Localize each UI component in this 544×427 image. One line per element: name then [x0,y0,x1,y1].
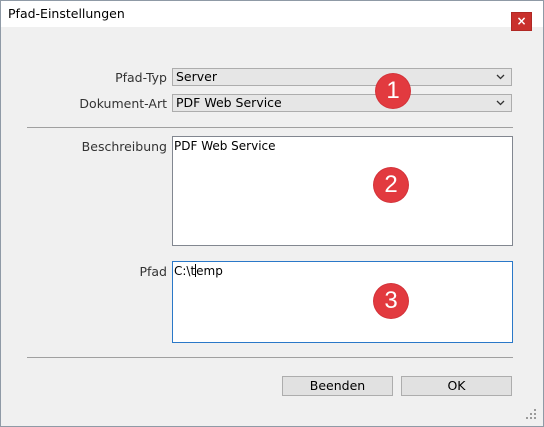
beenden-button[interactable]: Beenden [282,376,393,396]
annotation-badge-2: 2 [374,168,408,202]
annotation-badge-1: 1 [376,74,410,108]
pfad-typ-label: Pfad-Typ [115,70,167,85]
close-button[interactable]: × [511,12,532,31]
dokument-art-value: PDF Web Service [176,95,282,110]
chevron-down-icon [496,100,505,106]
pfad-label: Pfad [139,264,167,279]
dokument-art-select[interactable]: PDF Web Service [172,94,512,112]
divider [27,127,513,128]
pfad-value-end: emp [196,264,223,278]
pfad-value-start: C:\t [174,264,196,278]
divider [27,357,513,358]
dialog-title: Pfad-Einstellungen [8,6,125,21]
dokument-art-label: Dokument-Art [79,96,167,111]
beschreibung-label: Beschreibung [81,139,167,154]
beschreibung-textarea[interactable]: PDF Web Service [172,136,513,246]
pfad-typ-value: Server [176,69,217,84]
pfad-typ-select[interactable]: Server [172,68,512,86]
chevron-down-icon [496,74,505,80]
annotation-badge-3: 3 [374,284,408,318]
close-icon: × [516,14,527,28]
beschreibung-value: PDF Web Service [174,139,276,153]
title-bar[interactable]: Pfad-Einstellungen × [1,1,543,31]
ok-button[interactable]: OK [401,376,512,396]
pfad-textarea[interactable]: C:\temp [172,261,513,343]
resize-grip-icon[interactable] [525,408,537,420]
dialog-window: Pfad-Einstellungen × Pfad-Typ Server Dok… [0,0,544,427]
